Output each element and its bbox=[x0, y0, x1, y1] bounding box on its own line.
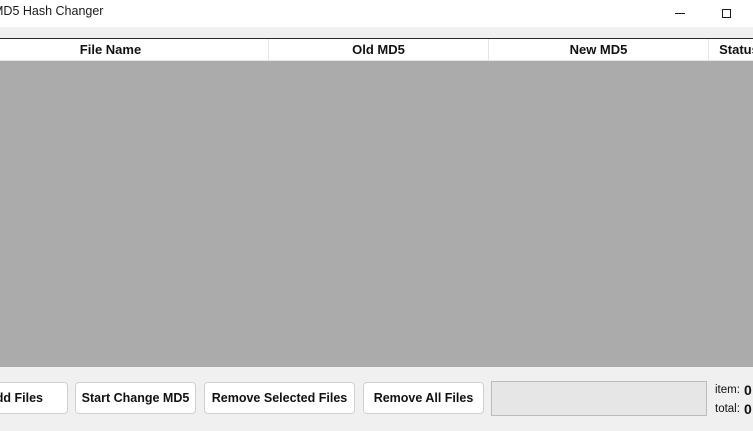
action-bar: Add Files Start Change MD5 Remove Select… bbox=[0, 367, 753, 431]
item-count-value: 0 bbox=[744, 382, 752, 398]
title-bar[interactable]: MD5 Hash Changer bbox=[0, 0, 753, 27]
window-title: MD5 Hash Changer bbox=[0, 4, 104, 18]
maximize-button[interactable] bbox=[703, 0, 749, 27]
item-count-label: item: bbox=[715, 384, 740, 396]
progress-bar bbox=[491, 381, 707, 416]
column-header-old-md5[interactable]: Old MD5 bbox=[269, 39, 488, 61]
add-files-button[interactable]: Add Files bbox=[0, 382, 68, 414]
total-count-label: total: bbox=[715, 403, 740, 415]
file-list[interactable]: File Name Old MD5 New MD5 Status bbox=[0, 38, 753, 367]
maximize-icon bbox=[721, 9, 731, 18]
minimize-icon bbox=[675, 13, 685, 14]
column-header-status[interactable]: Status bbox=[709, 39, 753, 61]
remove-all-files-button[interactable]: Remove All Files bbox=[363, 382, 484, 414]
total-count-value: 0 bbox=[744, 401, 752, 417]
file-list-body[interactable] bbox=[0, 61, 753, 367]
minimize-button[interactable] bbox=[657, 0, 703, 27]
remove-selected-files-button[interactable]: Remove Selected Files bbox=[204, 382, 355, 414]
file-list-header: File Name Old MD5 New MD5 Status bbox=[0, 39, 753, 61]
start-change-md5-button[interactable]: Start Change MD5 bbox=[75, 382, 196, 414]
window-padding bbox=[0, 27, 753, 38]
app-window: MD5 Hash Changer File Name Old MD5 New M… bbox=[0, 0, 753, 431]
column-header-new-md5[interactable]: New MD5 bbox=[489, 39, 708, 61]
column-header-file-name[interactable]: File Name bbox=[0, 39, 268, 61]
